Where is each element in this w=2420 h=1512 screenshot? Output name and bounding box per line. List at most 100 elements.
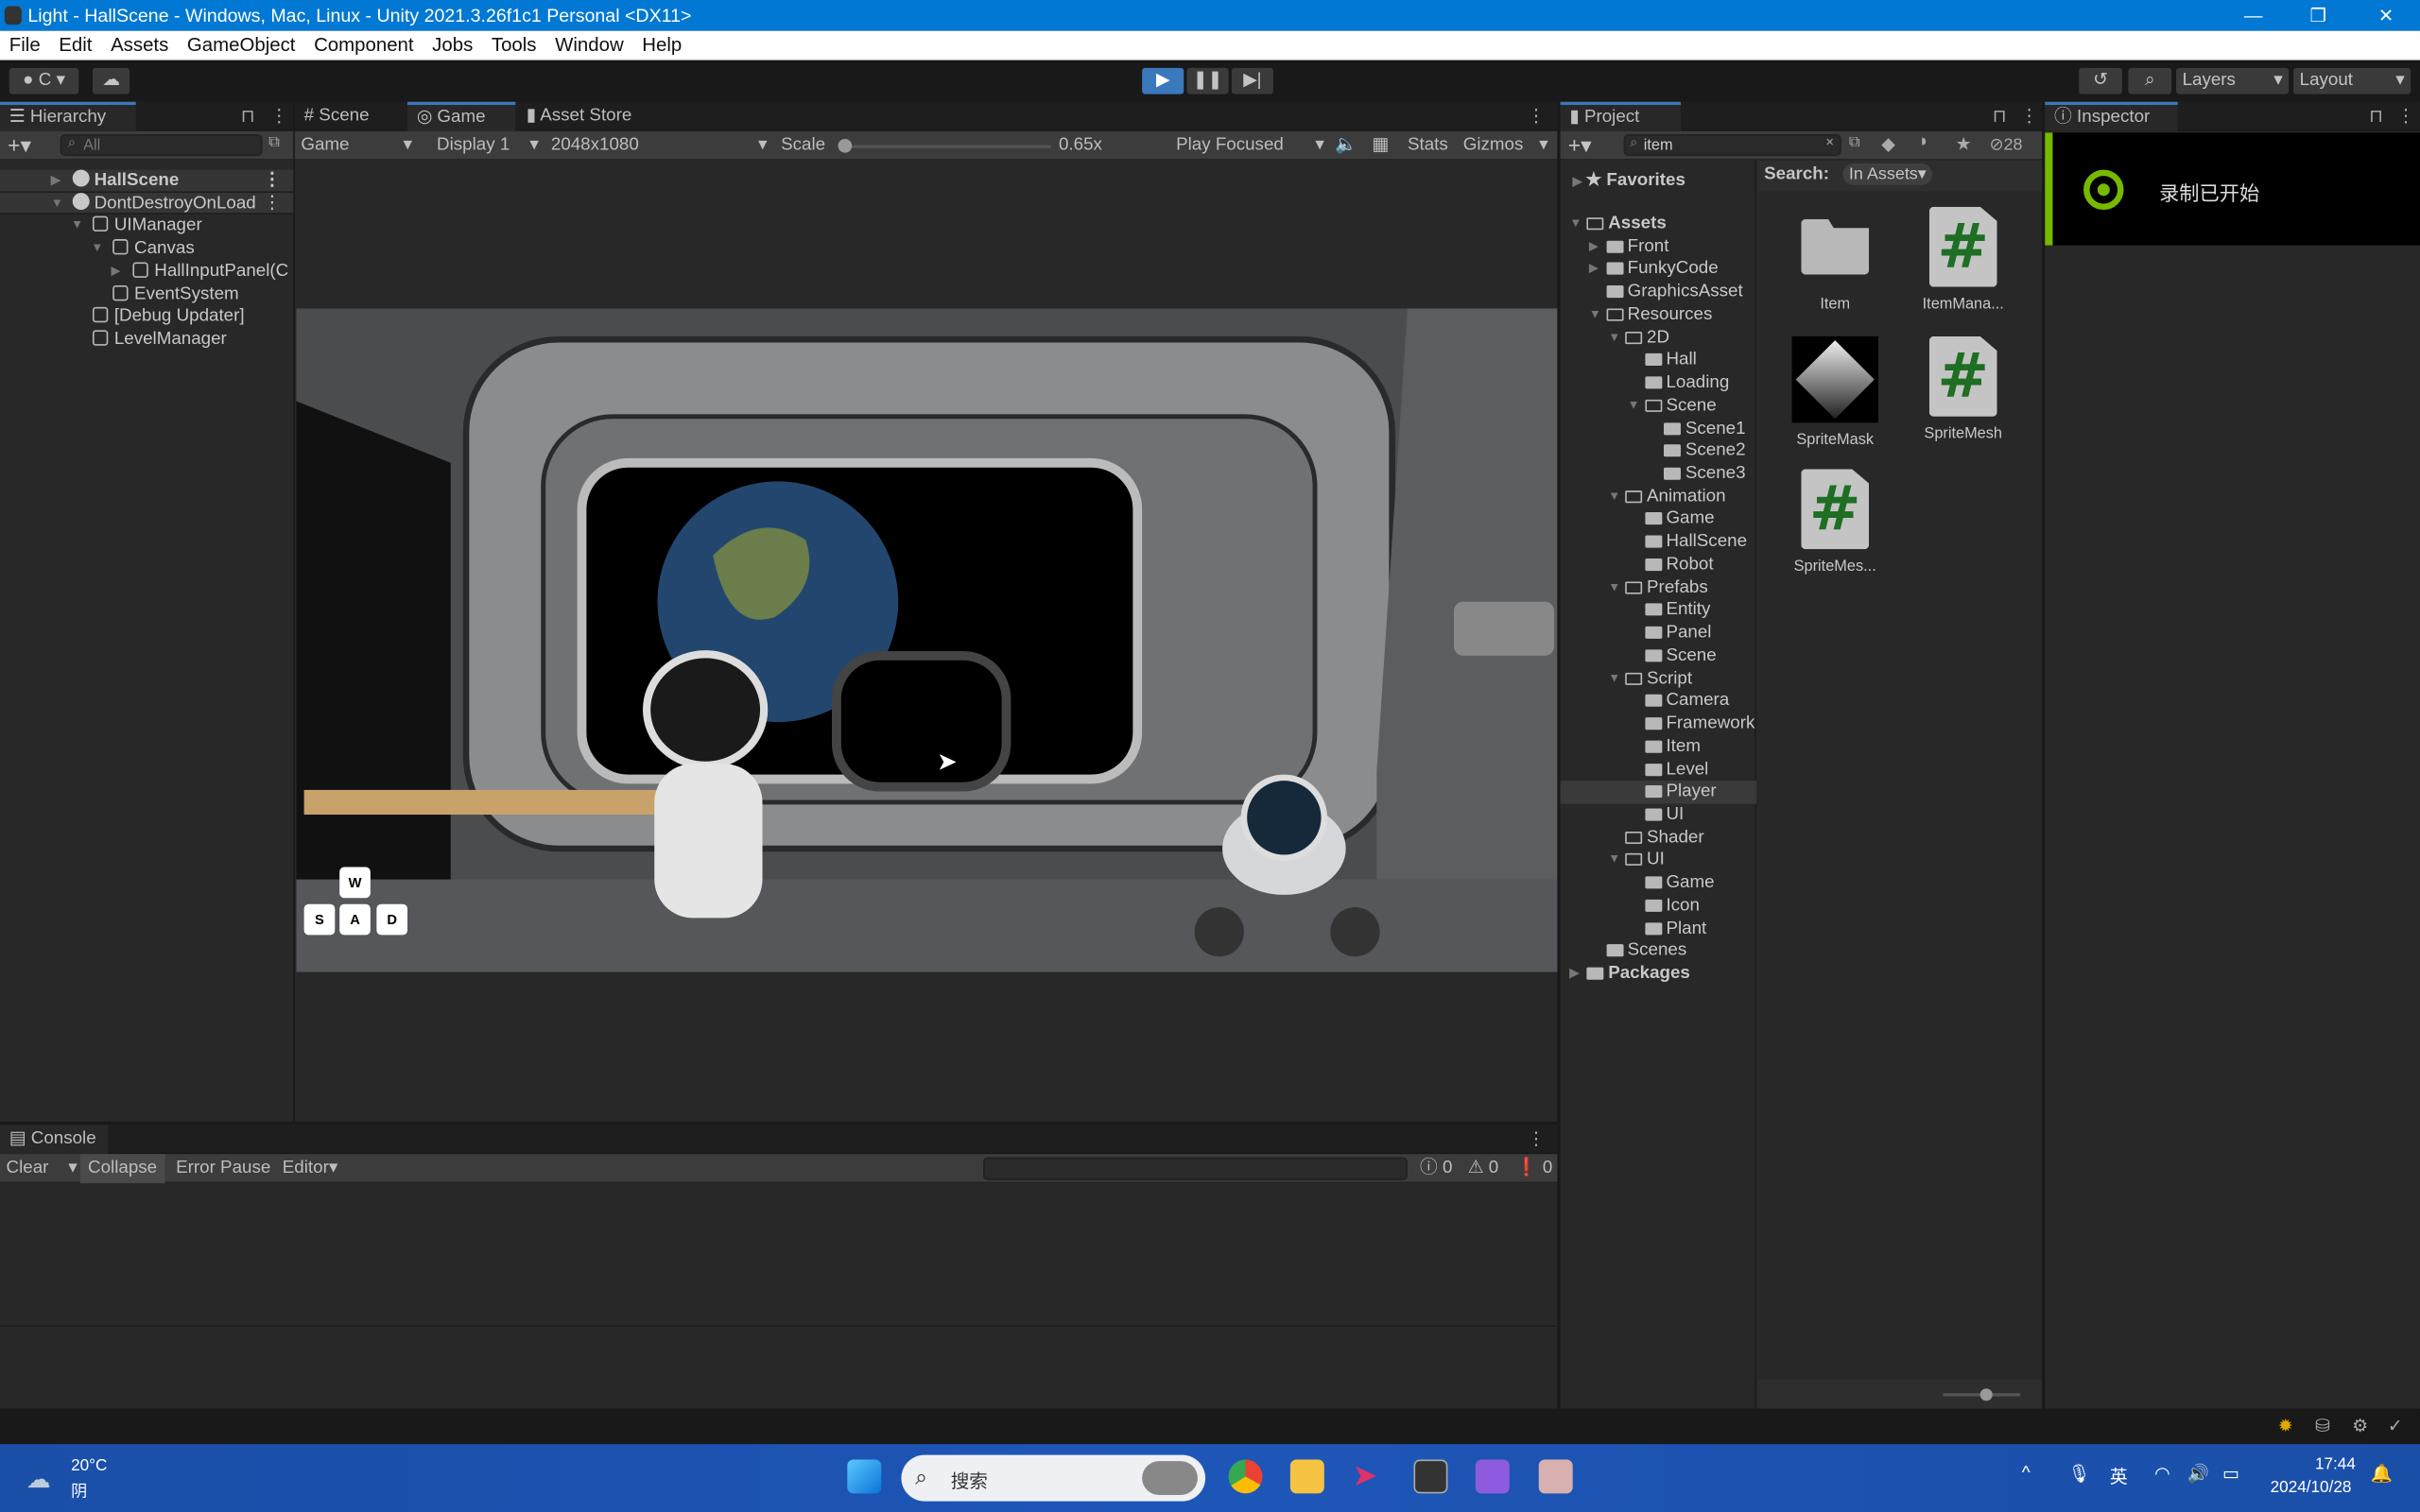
hierarchy-item[interactable]: ▶ HallInputPanel(C xyxy=(0,261,293,284)
expand-arrow-down-icon[interactable]: ▼ xyxy=(51,193,63,215)
lock-icon[interactable]: ⊓ xyxy=(1993,105,2007,127)
project-folder-item[interactable]: Robot xyxy=(1561,554,1756,576)
weather-cloud-icon[interactable]: ☁ xyxy=(26,1464,51,1495)
auto-generate-icon[interactable]: ⚙ xyxy=(2352,1415,2368,1436)
clear-search-icon[interactable]: × xyxy=(1825,134,1834,149)
project-folder-item[interactable]: ▼ Assets xyxy=(1561,213,1756,235)
project-folder-item[interactable]: Player xyxy=(1560,781,1756,804)
expand-arrow-down-icon[interactable]: ▼ xyxy=(1569,213,1582,235)
game-mode-dropdown[interactable]: Game ▾ xyxy=(301,131,421,161)
project-folder-item[interactable]: Game xyxy=(1561,872,1756,895)
more-icon[interactable]: ⋮ xyxy=(1528,105,1546,127)
project-folder-item[interactable]: ▼ Prefabs xyxy=(1561,576,1756,599)
asset-item[interactable]: # SpriteMes... xyxy=(1773,469,1897,576)
chrome-icon[interactable] xyxy=(1228,1459,1263,1494)
start-button[interactable] xyxy=(847,1459,882,1494)
file-explorer-icon[interactable] xyxy=(1289,1459,1324,1494)
hierarchy-item[interactable]: ▼ DontDestroyOnLoad ⋮ xyxy=(0,192,294,215)
project-folder-item[interactable]: Game xyxy=(1561,508,1756,531)
menu-component[interactable]: Component xyxy=(314,31,414,60)
menu-assets[interactable]: Assets xyxy=(111,31,168,60)
expand-arrow-down-icon[interactable]: ▼ xyxy=(1608,667,1620,690)
check-icon[interactable]: ✓ xyxy=(2388,1415,2403,1436)
more-icon[interactable]: ⋮ xyxy=(1528,1127,1546,1150)
lighting-icon[interactable]: ✹ xyxy=(2278,1415,2293,1436)
expand-arrow-right-icon[interactable]: ▶ xyxy=(1569,963,1579,986)
wifi-icon[interactable]: ◠ xyxy=(2154,1463,2169,1485)
project-folder-item[interactable]: Scenes xyxy=(1561,940,1756,963)
menu-edit[interactable]: Edit xyxy=(59,31,92,60)
project-folder-item[interactable]: Scene xyxy=(1561,644,1756,667)
expand-arrow-down-icon[interactable]: ▼ xyxy=(1608,327,1620,350)
clear-dropdown[interactable]: Clear ▾ xyxy=(7,1154,78,1183)
menu-tools[interactable]: Tools xyxy=(492,31,537,60)
more-icon[interactable]: ⋮ xyxy=(2020,105,2038,127)
more-icon[interactable]: ⋮ xyxy=(263,170,281,193)
close-button[interactable]: ✕ xyxy=(2352,0,2420,31)
expand-arrow-down-icon[interactable]: ▼ xyxy=(1628,395,1640,418)
project-folder-item[interactable]: ▶ Packages xyxy=(1561,963,1756,986)
microphone-icon[interactable]: 🎙 xyxy=(2068,1463,2091,1485)
volume-icon[interactable]: 🔊 xyxy=(2187,1463,2208,1485)
game-viewport[interactable]: WSAD xyxy=(296,308,1558,972)
tab-inspector[interactable]: ⓘ Inspector xyxy=(2045,101,2178,131)
stats-button[interactable]: Stats xyxy=(1408,131,1448,161)
menu-help[interactable]: Help xyxy=(642,31,682,60)
project-folder-item[interactable]: ▶ Front xyxy=(1561,235,1756,258)
mute-audio-button[interactable]: 🔈 xyxy=(1335,131,1357,161)
menu-file[interactable]: File xyxy=(9,31,41,60)
menu-jobs[interactable]: Jobs xyxy=(432,31,473,60)
editor-dropdown[interactable]: Editor▾ xyxy=(283,1154,337,1183)
expand-arrow-down-icon[interactable]: ▼ xyxy=(1608,576,1620,599)
project-folder-item[interactable]: Icon xyxy=(1561,895,1756,918)
visual-studio-icon[interactable] xyxy=(1475,1459,1510,1494)
play-button[interactable]: ▶ xyxy=(1142,67,1184,94)
project-folder-item[interactable]: Scene2 xyxy=(1561,440,1756,463)
more-icon[interactable]: ⋮ xyxy=(270,105,288,127)
project-folder-item[interactable]: ▼ Resources xyxy=(1561,303,1756,326)
search-scope-dropdown[interactable]: In Assets▾ xyxy=(1842,163,1933,185)
error-pause-toggle[interactable]: Error Pause xyxy=(176,1154,270,1183)
collapse-toggle[interactable]: Collapse xyxy=(79,1154,165,1184)
project-folder-item[interactable]: Scene3 xyxy=(1561,463,1756,486)
hierarchy-item[interactable]: [Debug Updater] xyxy=(0,306,293,329)
app-thumbnail-icon[interactable] xyxy=(1538,1459,1573,1494)
expand-arrow-down-icon[interactable]: ▼ xyxy=(1608,486,1620,508)
project-folder-item[interactable]: ▼ Script xyxy=(1561,667,1756,690)
clock-time[interactable]: 17:44 xyxy=(2315,1455,2356,1474)
expand-arrow-down-icon[interactable]: ▼ xyxy=(91,238,103,261)
hierarchy-item[interactable]: ▼ Canvas xyxy=(0,238,293,261)
unity-hub-icon[interactable] xyxy=(1413,1459,1448,1494)
hidden-packages-button[interactable]: ⊘28 xyxy=(1989,134,2022,155)
asset-item[interactable]: # ItemMana... xyxy=(1901,206,2025,313)
more-icon[interactable]: ⋮ xyxy=(2397,105,2415,127)
create-button[interactable]: +▾ xyxy=(1568,131,1592,159)
project-folder-item[interactable]: ▶ FunkyCode xyxy=(1561,258,1756,281)
tab-project[interactable]: ▮ Project xyxy=(1560,101,1681,131)
layout-dropdown[interactable]: Layout ▾ xyxy=(2293,67,2411,94)
expand-arrow-right-icon[interactable]: ▶ xyxy=(51,170,60,193)
tab-scene[interactable]: # Scene xyxy=(295,102,403,131)
project-folder-item[interactable]: GraphicsAsset xyxy=(1561,281,1756,303)
project-folder-item[interactable]: Framework xyxy=(1561,713,1756,735)
tab-hierarchy[interactable]: ☰ Hierarchy xyxy=(0,101,136,131)
history-button[interactable]: ↺ xyxy=(2079,67,2122,94)
tab-console[interactable]: ▤ Console xyxy=(0,1125,109,1155)
battery-icon[interactable]: ▭ xyxy=(2222,1463,2239,1485)
minimize-button[interactable]: — xyxy=(2220,0,2288,31)
project-folder-item[interactable]: Shader xyxy=(1561,827,1756,850)
search-button[interactable]: ⌕ xyxy=(2128,67,2172,94)
project-folder-item[interactable]: Entity xyxy=(1561,599,1756,622)
lock-icon[interactable]: ⊓ xyxy=(2369,105,2383,127)
expand-arrow-right-icon[interactable]: ▶ xyxy=(112,261,121,284)
project-folder-item[interactable]: ▼ Scene xyxy=(1561,395,1756,418)
cloud-button[interactable]: ☁ xyxy=(92,67,130,94)
icon-size-slider-handle[interactable] xyxy=(1979,1388,1993,1401)
icon-size-slider[interactable] xyxy=(1943,1388,2021,1401)
expand-arrow-right-icon[interactable]: ▶ xyxy=(1589,258,1599,281)
expand-arrow-down-icon[interactable]: ▼ xyxy=(1608,850,1620,872)
favorite-star-icon[interactable]: ★ xyxy=(1956,132,1972,155)
project-folder-item[interactable]: ▼ 2D xyxy=(1561,327,1756,350)
layers-dropdown[interactable]: Layers ▾ xyxy=(2176,67,2290,94)
taskbar-search-box[interactable]: ⌕ 搜索 xyxy=(901,1454,1206,1502)
